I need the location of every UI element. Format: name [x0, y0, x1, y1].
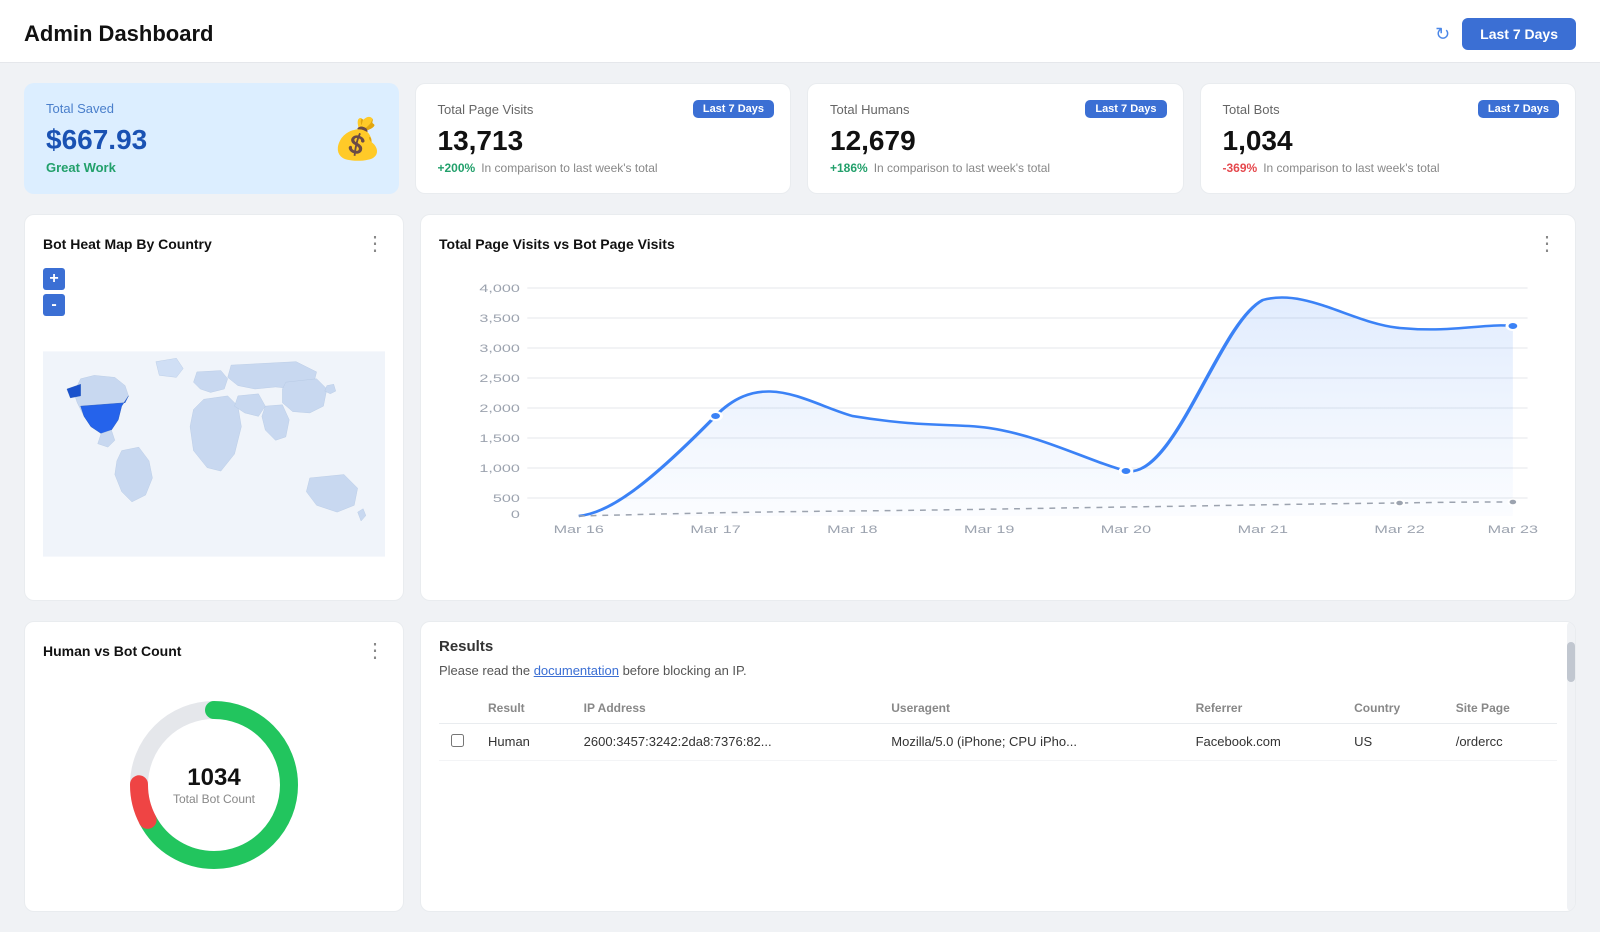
donut-wrapper: 1034 Total Bot Count	[43, 675, 385, 895]
page-visits-change-label: In comparison to last week's total	[481, 161, 657, 175]
map-card: Bot Heat Map By Country ⋮ + -	[24, 214, 404, 601]
svg-text:Mar 21: Mar 21	[1238, 523, 1289, 536]
row-ip: 2600:3457:3242:2da8:7376:82...	[572, 723, 880, 760]
col-page: Site Page	[1444, 693, 1557, 724]
results-desc-pre: Please read the	[439, 663, 534, 678]
svg-text:4,000: 4,000	[479, 282, 520, 295]
col-result: Result	[476, 693, 572, 724]
col-ip: IP Address	[572, 693, 880, 724]
page-visits-value: 13,713	[438, 125, 769, 157]
table-row: Human 2600:3457:3242:2da8:7376:82... Moz…	[439, 723, 1557, 760]
total-saved-sub: Great Work	[46, 160, 377, 175]
results-doc-link[interactable]: documentation	[534, 663, 619, 678]
results-card: Results Please read the documentation be…	[420, 621, 1576, 912]
map-controls: + -	[43, 268, 385, 316]
total-bots-change-label: In comparison to last week's total	[1263, 161, 1439, 175]
main-content: Total Saved $667.93 Great Work 💰 Last 7 …	[0, 63, 1600, 932]
total-saved-card: Total Saved $667.93 Great Work 💰	[24, 83, 399, 194]
svg-text:Mar 18: Mar 18	[827, 523, 878, 536]
total-bots-card: Last 7 Days Total Bots 1,034 -369% In co…	[1200, 83, 1577, 194]
total-bots-sub: -369% In comparison to last week's total	[1223, 161, 1554, 175]
total-humans-value: 12,679	[830, 125, 1161, 157]
donut-center: 1034 Total Bot Count	[173, 764, 255, 806]
svg-text:Mar 23: Mar 23	[1488, 523, 1539, 536]
svg-text:2,500: 2,500	[479, 372, 520, 385]
results-title: Results	[439, 638, 1557, 655]
map-card-title: Bot Heat Map By Country	[43, 236, 212, 252]
row-page: /ordercc	[1444, 723, 1557, 760]
svg-text:1,500: 1,500	[479, 432, 520, 445]
total-humans-change-label: In comparison to last week's total	[874, 161, 1050, 175]
top-bar: Admin Dashboard ↻ Last 7 Days	[0, 0, 1600, 63]
svg-text:1,000: 1,000	[479, 462, 520, 475]
last7-button[interactable]: Last 7 Days	[1462, 18, 1576, 50]
chart-card-title: Total Page Visits vs Bot Page Visits	[439, 236, 675, 252]
row-checkbox[interactable]	[451, 734, 464, 747]
svg-text:Mar 19: Mar 19	[964, 523, 1015, 536]
donut-card-title: Human vs Bot Count	[43, 643, 181, 659]
refresh-button[interactable]: ↻	[1435, 24, 1450, 45]
money-icon: 💰	[333, 115, 383, 162]
chart-card-header: Total Page Visits vs Bot Page Visits ⋮	[439, 231, 1557, 256]
stats-row: Total Saved $667.93 Great Work 💰 Last 7 …	[24, 83, 1576, 194]
col-referrer: Referrer	[1184, 693, 1343, 724]
svg-text:3,500: 3,500	[479, 312, 520, 325]
middle-row: Bot Heat Map By Country ⋮ + -	[24, 214, 1576, 601]
row-referrer: Facebook.com	[1184, 723, 1343, 760]
total-saved-title: Total Saved	[46, 101, 377, 116]
svg-text:Mar 22: Mar 22	[1374, 523, 1424, 536]
total-humans-change: +186%	[830, 161, 868, 175]
total-bots-badge: Last 7 Days	[1478, 100, 1559, 118]
col-checkbox	[439, 693, 476, 724]
svg-text:3,000: 3,000	[479, 342, 520, 355]
col-useragent: Useragent	[879, 693, 1183, 724]
svg-text:Mar 16: Mar 16	[554, 523, 605, 536]
row-result: Human	[476, 723, 572, 760]
donut-center-label: Total Bot Count	[173, 792, 255, 806]
page-visits-change: +200%	[438, 161, 476, 175]
scrollbar-thumb[interactable]	[1567, 642, 1575, 682]
svg-text:Mar 17: Mar 17	[690, 523, 740, 536]
results-desc: Please read the documentation before blo…	[439, 661, 1557, 681]
total-bots-change: -369%	[1223, 161, 1258, 175]
world-map	[43, 324, 385, 584]
row-checkbox-cell[interactable]	[439, 723, 476, 760]
row-country: US	[1342, 723, 1444, 760]
page-title: Admin Dashboard	[24, 21, 213, 47]
results-desc-post: before blocking an IP.	[619, 663, 747, 678]
svg-text:2,000: 2,000	[479, 402, 520, 415]
svg-text:500: 500	[493, 492, 520, 505]
chart-more-button[interactable]: ⋮	[1537, 231, 1557, 256]
table-header-row: Result IP Address Useragent Referrer Cou…	[439, 693, 1557, 724]
top-bar-right: ↻ Last 7 Days	[1435, 18, 1576, 50]
page-visits-sub: +200% In comparison to last week's total	[438, 161, 769, 175]
scrollbar-track	[1567, 622, 1575, 911]
line-chart: 4,000 3,500 3,000 2,500 2,000 1,500 1,00…	[439, 268, 1557, 548]
total-humans-card: Last 7 Days Total Humans 12,679 +186% In…	[807, 83, 1184, 194]
col-country: Country	[1342, 693, 1444, 724]
svg-text:0: 0	[511, 508, 520, 521]
zoom-out-button[interactable]: -	[43, 294, 65, 316]
page-visits-card: Last 7 Days Total Page Visits 13,713 +20…	[415, 83, 792, 194]
donut-more-button[interactable]: ⋮	[365, 638, 385, 663]
zoom-in-button[interactable]: +	[43, 268, 65, 290]
chart-card: Total Page Visits vs Bot Page Visits ⋮ 4…	[420, 214, 1576, 601]
row-useragent: Mozilla/5.0 (iPhone; CPU iPho...	[879, 723, 1183, 760]
total-bots-value: 1,034	[1223, 125, 1554, 157]
total-saved-value: $667.93	[46, 124, 377, 156]
map-more-button[interactable]: ⋮	[365, 231, 385, 256]
results-table: Result IP Address Useragent Referrer Cou…	[439, 693, 1557, 761]
bottom-row: Human vs Bot Count ⋮ 1034 Total Bot Coun…	[24, 621, 1576, 912]
total-humans-badge: Last 7 Days	[1085, 100, 1166, 118]
total-humans-sub: +186% In comparison to last week's total	[830, 161, 1161, 175]
donut-card: Human vs Bot Count ⋮ 1034 Total Bot Coun…	[24, 621, 404, 912]
donut-card-header: Human vs Bot Count ⋮	[43, 638, 385, 663]
svg-text:Mar 20: Mar 20	[1101, 523, 1152, 536]
page-visits-badge: Last 7 Days	[693, 100, 774, 118]
map-card-header: Bot Heat Map By Country ⋮	[43, 231, 385, 256]
donut-center-num: 1034	[173, 764, 255, 792]
